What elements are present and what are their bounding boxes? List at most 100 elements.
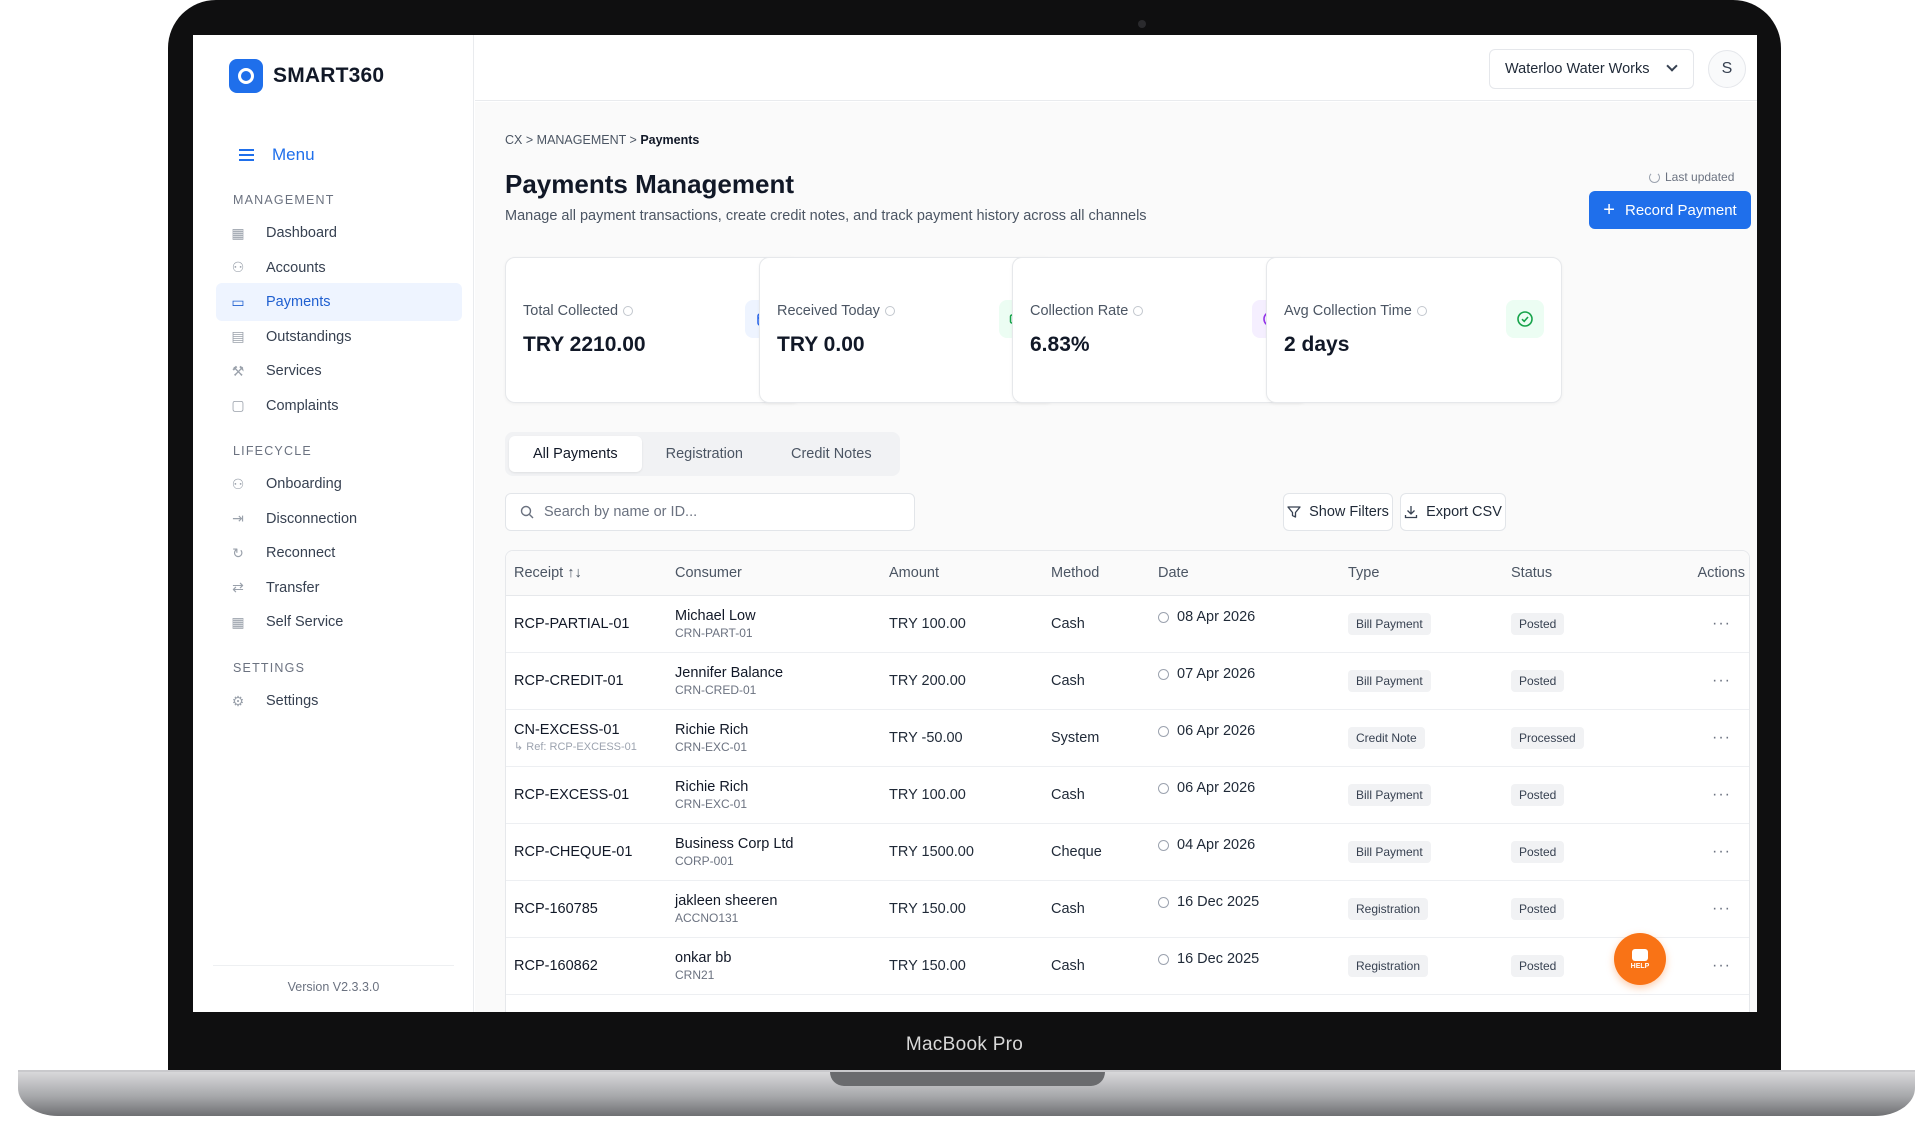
consumer-cell: Michael Low CRN-PART-01 bbox=[667, 595, 881, 653]
column-header[interactable]: Receipt ↑↓ bbox=[506, 551, 667, 596]
organization-select[interactable]: Waterloo Water Works bbox=[1489, 49, 1694, 89]
table-row[interactable]: RCP-EXCESS-01 Richie Rich CRN-EXC-01 TRY 10… bbox=[506, 766, 1749, 824]
sidebar-divider bbox=[213, 965, 454, 966]
column-header: Type bbox=[1340, 551, 1503, 596]
sidebar-item-settings[interactable]: ⚙ Settings bbox=[216, 682, 462, 720]
tab-all-payments[interactable]: All Payments bbox=[509, 436, 642, 472]
date-text: 07 Apr 2026 bbox=[1177, 665, 1256, 682]
refresh-icon: ↻ bbox=[232, 544, 244, 561]
search-input[interactable] bbox=[544, 504, 904, 520]
amount-cell: TRY 1500.00 bbox=[881, 823, 1043, 881]
menu-toggle[interactable]: Menu bbox=[239, 145, 315, 165]
last-updated[interactable]: Last updated bbox=[1649, 170, 1734, 184]
logo-icon bbox=[229, 59, 263, 93]
avatar[interactable]: S bbox=[1708, 50, 1746, 88]
chat-icon: ▢ bbox=[231, 397, 245, 413]
more-actions-icon[interactable]: ··· bbox=[1633, 595, 1749, 653]
check-circle-icon bbox=[1506, 300, 1544, 338]
column-header: Actions bbox=[1633, 551, 1749, 596]
date-cell: 06 Apr 2026 bbox=[1150, 709, 1340, 767]
sidebar-item-onboarding[interactable]: ⚇ Onboarding bbox=[216, 465, 462, 503]
export-csv-button[interactable]: Export CSV bbox=[1400, 493, 1506, 531]
main-content: CX > MANAGEMENT > Payments Payments Mana… bbox=[475, 102, 1757, 1012]
sidebar-item-accounts[interactable]: ⚇ Accounts bbox=[216, 249, 462, 287]
show-filters-button[interactable]: Show Filters bbox=[1283, 493, 1393, 531]
logo[interactable]: SMART360 bbox=[229, 59, 384, 93]
consumer-crn: CRN-EXC-01 bbox=[675, 739, 748, 754]
sidebar-item-complaints[interactable]: ▢ Complaints bbox=[216, 387, 462, 425]
amount-cell: TRY -50.00 bbox=[881, 709, 1043, 767]
sidebar-item-services[interactable]: ⚒ Services bbox=[216, 352, 462, 390]
tab-credit-notes[interactable]: Credit Notes bbox=[767, 436, 896, 472]
clock-icon bbox=[1158, 896, 1169, 908]
sidebar-item-outstandings[interactable]: ▤ Outstandings bbox=[216, 318, 462, 356]
table-body: RCP-PARTIAL-01 Michael Low CRN-PART-01 TRY … bbox=[506, 595, 1749, 995]
breadcrumb-cx[interactable]: CX bbox=[505, 133, 522, 147]
sidebar-item-payments[interactable]: ▭ Payments bbox=[216, 283, 462, 321]
date-cell: 16 Dec 2025 bbox=[1150, 880, 1340, 938]
breadcrumb-management[interactable]: MANAGEMENT bbox=[537, 133, 626, 147]
filter-icon bbox=[1287, 506, 1301, 518]
column-header: Method bbox=[1043, 551, 1150, 596]
table-row[interactable]: RCP-CREDIT-01 Jennifer Balance CRN-CRED-01… bbox=[506, 652, 1749, 710]
stat-card-received-today: Received Today TRY 0.00 bbox=[759, 257, 1055, 403]
record-payment-button[interactable]: + Record Payment bbox=[1589, 191, 1751, 229]
stat-label-text: Received Today bbox=[777, 303, 880, 319]
search-box[interactable] bbox=[505, 493, 915, 531]
type-cell: Bill Payment bbox=[1340, 595, 1503, 653]
table-row[interactable]: CN-EXCESS-01 ↳ Ref: RCP-EXCESS-01 Richie R… bbox=[506, 709, 1749, 767]
method-cell: Cash bbox=[1043, 937, 1150, 995]
more-actions-icon[interactable]: ··· bbox=[1633, 880, 1749, 938]
table-row[interactable]: RCP-CHEQUE-01 Business Corp Ltd CORP-001 TR… bbox=[506, 823, 1749, 881]
version-label: Version V2.3.3.0 bbox=[287, 980, 380, 994]
more-actions-icon[interactable]: ··· bbox=[1633, 709, 1749, 767]
stat-value: TRY 0.00 bbox=[777, 333, 865, 356]
table-row[interactable]: RCP-PARTIAL-01 Michael Low CRN-PART-01 TRY … bbox=[506, 595, 1749, 653]
last-updated-label: Last updated bbox=[1665, 170, 1735, 184]
consumer-name: jakleen sheeren bbox=[675, 892, 778, 909]
more-actions-icon[interactable]: ··· bbox=[1633, 766, 1749, 824]
sidebar-item-disconnection[interactable]: ⇥ Disconnection bbox=[216, 500, 462, 538]
consumer-name: onkar bb bbox=[675, 949, 732, 966]
column-header: Consumer bbox=[667, 551, 881, 596]
consumer-crn: ACCNO131 bbox=[675, 910, 739, 925]
column-header: Amount bbox=[881, 551, 1043, 596]
sidebar-item-label: Dashboard bbox=[266, 225, 337, 241]
sidebar-item-transfer[interactable]: ⇄ Transfer bbox=[216, 569, 462, 607]
amount-cell: TRY 150.00 bbox=[881, 880, 1043, 938]
consumer-cell: Richie Rich CRN-EXC-01 bbox=[667, 766, 881, 824]
receipt-id: RCP-EXCESS-01 bbox=[514, 786, 630, 803]
stat-label: Received Today bbox=[777, 303, 895, 319]
tab-registration[interactable]: Registration bbox=[642, 436, 767, 472]
grid-icon: ▦ bbox=[231, 613, 245, 630]
help-button[interactable]: HELP bbox=[1614, 933, 1666, 985]
consumer-crn: CORP-001 bbox=[675, 853, 734, 868]
type-badge: Bill Payment bbox=[1348, 669, 1431, 692]
sidebar-item-label: Transfer bbox=[266, 579, 320, 596]
info-icon[interactable] bbox=[1416, 306, 1427, 316]
export-csv-label: Export CSV bbox=[1426, 504, 1502, 520]
amount-cell: TRY 100.00 bbox=[881, 595, 1043, 653]
type-badge: Bill Payment bbox=[1348, 840, 1431, 863]
consumer-cell: Jennifer Balance CRN-CRED-01 bbox=[667, 652, 881, 710]
more-actions-icon[interactable]: ··· bbox=[1633, 823, 1749, 881]
table-row[interactable]: RCP-160862 onkar bb CRN21 TRY 150.00 Cash 16 … bbox=[506, 937, 1749, 995]
swap-icon: ⇄ bbox=[232, 579, 244, 595]
info-icon[interactable] bbox=[884, 306, 895, 316]
status-cell: Posted bbox=[1503, 937, 1633, 995]
status-cell: Processed bbox=[1503, 709, 1633, 767]
method-cell: Cash bbox=[1043, 880, 1150, 938]
sidebar-item-self-service[interactable]: ▦ Self Service bbox=[216, 603, 462, 641]
info-icon[interactable] bbox=[1133, 306, 1144, 316]
info-icon[interactable] bbox=[623, 306, 634, 316]
organization-name: Waterloo Water Works bbox=[1505, 61, 1650, 77]
more-actions-icon[interactable]: ··· bbox=[1633, 652, 1749, 710]
table-row[interactable]: RCP-160785 jakleen sheeren ACCNO131 TRY 150… bbox=[506, 880, 1749, 938]
sidebar-item-reconnect[interactable]: ↻ Reconnect bbox=[216, 534, 462, 572]
sidebar-item-dashboard[interactable]: ▦ Dashboard bbox=[216, 214, 462, 252]
type-cell: Registration bbox=[1340, 880, 1503, 938]
type-cell: Credit Note bbox=[1340, 709, 1503, 767]
sidebar-item-label: Accounts bbox=[266, 259, 326, 276]
status-badge: Posted bbox=[1511, 897, 1565, 920]
status-cell: Posted bbox=[1503, 880, 1633, 938]
